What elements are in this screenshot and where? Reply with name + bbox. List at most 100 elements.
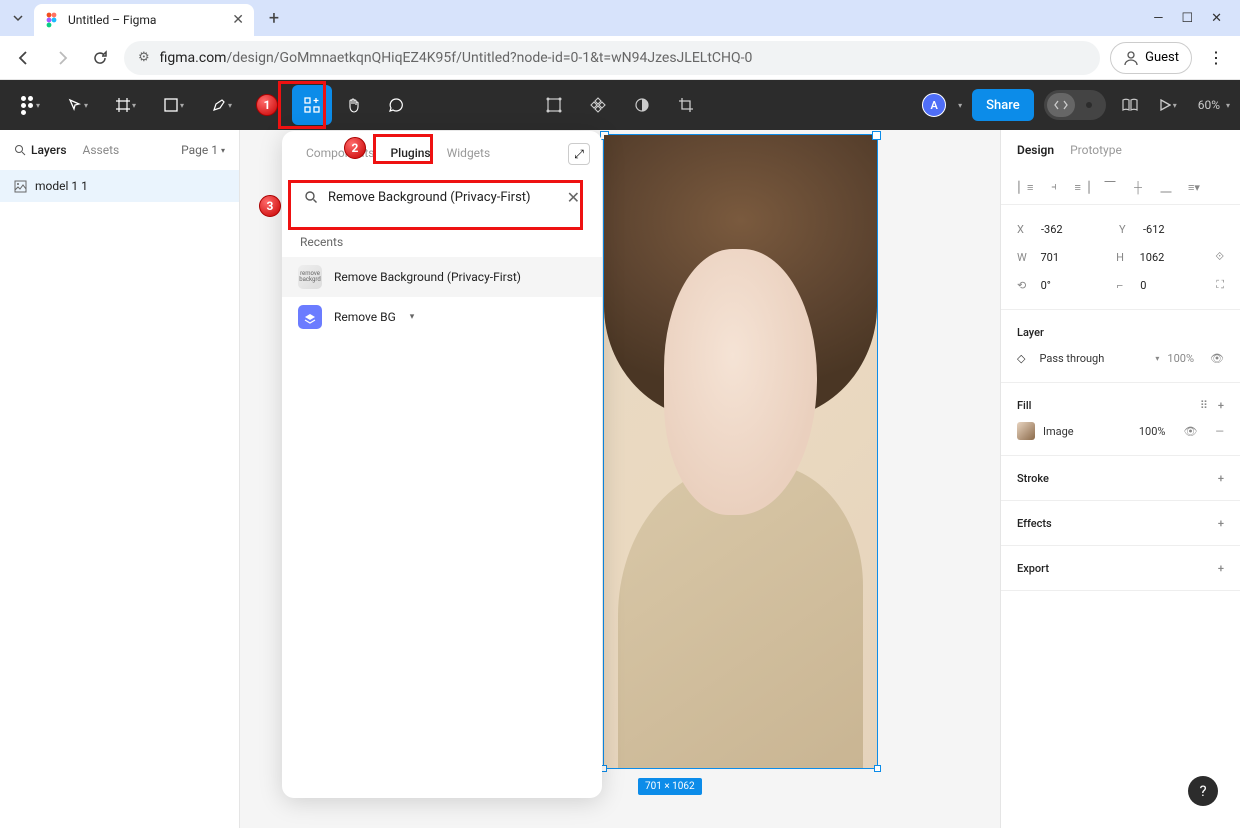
plugin-label: Remove Background (Privacy-First) [334, 270, 521, 284]
recent-plugin-item[interactable]: removebackgrd Remove Background (Privacy… [282, 257, 602, 297]
avatar-chevron-icon[interactable]: ▾ [958, 101, 962, 110]
help-button[interactable]: ? [1188, 776, 1218, 806]
layer-section-header: Layer [1017, 326, 1044, 339]
close-tab-icon[interactable]: ✕ [232, 12, 244, 28]
frame-tool[interactable]: ▾ [106, 85, 152, 125]
remove-fill-icon[interactable]: — [1215, 425, 1224, 438]
shape-tool[interactable]: ▾ [154, 85, 200, 125]
search-icon [14, 144, 26, 156]
widgets-tab[interactable]: Widgets [441, 142, 497, 164]
annotation-badge-2: 2 [344, 137, 366, 159]
add-export-icon[interactable]: + [1218, 562, 1224, 575]
figma-favicon-icon [44, 12, 60, 28]
move-tool[interactable]: ▾ [58, 85, 104, 125]
recents-header: Recents [282, 227, 602, 257]
pen-tool[interactable]: ▾ [202, 85, 248, 125]
recent-plugin-item[interactable]: Remove BG ▾ [282, 297, 602, 337]
user-avatar[interactable]: A [922, 93, 946, 117]
h-input[interactable]: 1062 [1140, 251, 1208, 264]
visibility-icon[interactable]: 👁 [1210, 352, 1224, 365]
fill-swatch[interactable] [1017, 422, 1035, 440]
comment-tool[interactable] [376, 85, 416, 125]
annotation-box-2 [373, 134, 433, 164]
fill-visibility-icon[interactable]: 👁 [1183, 425, 1197, 438]
y-input[interactable]: -612 [1143, 223, 1213, 236]
layer-name: model 1 1 [35, 179, 88, 193]
maximize-icon[interactable]: ☐ [1181, 11, 1193, 26]
align-top-icon[interactable]: ⎺ [1101, 178, 1119, 196]
forward-button [48, 44, 76, 72]
guest-label: Guest [1145, 50, 1179, 65]
effects-header: Effects [1017, 517, 1052, 530]
align-bottom-icon[interactable]: ⎽ [1157, 178, 1175, 196]
minimize-icon[interactable]: — [1153, 11, 1163, 26]
edit-object-tool[interactable] [534, 85, 574, 125]
layers-tab[interactable]: Layers [14, 143, 67, 157]
layer-item[interactable]: model 1 1 [0, 170, 239, 202]
stroke-header: Stroke [1017, 472, 1049, 485]
back-button[interactable] [10, 44, 38, 72]
component-tool[interactable] [578, 85, 618, 125]
window-controls: — ☐ ✕ [1139, 11, 1236, 26]
figma-toolbar: ▾ ▾ ▾ ▾ ▾ A ▾ Share ▾ 60%▾ [0, 80, 1240, 130]
browser-tab[interactable]: Untitled – Figma ✕ [34, 4, 254, 36]
page-selector[interactable]: Page 1▾ [181, 143, 225, 157]
browser-menu-button[interactable]: ⋮ [1202, 44, 1230, 72]
rotation-input[interactable]: 0° [1041, 279, 1109, 292]
dev-mode-toggle[interactable] [1044, 90, 1106, 120]
x-input[interactable]: -362 [1041, 223, 1111, 236]
align-left-icon[interactable]: ▏≡ [1017, 178, 1035, 196]
site-settings-icon[interactable]: ⚙ [138, 50, 150, 65]
tab-title: Untitled – Figma [68, 13, 224, 27]
main-menu-button[interactable]: ▾ [10, 85, 56, 125]
align-right-icon[interactable]: ≡▕ [1073, 178, 1091, 196]
address-bar[interactable]: ⚙ figma.com/design/GoMmnaetkqnQHiqEZ4K95… [124, 41, 1100, 75]
close-window-icon[interactable]: ✕ [1211, 11, 1222, 26]
add-fill-icon[interactable]: + [1218, 399, 1224, 412]
hand-tool[interactable] [334, 85, 374, 125]
code-icon [1047, 93, 1075, 117]
zoom-value: 60% [1198, 98, 1220, 112]
annotation-box-1 [278, 81, 326, 129]
share-button[interactable]: Share [972, 89, 1034, 121]
reload-button[interactable] [86, 44, 114, 72]
zoom-control[interactable]: 60%▾ [1198, 98, 1230, 112]
selection-frame[interactable] [603, 134, 878, 769]
toggle-off-icon [1075, 93, 1103, 117]
present-button[interactable]: ▾ [1154, 85, 1188, 125]
new-tab-button[interactable]: + [260, 4, 288, 32]
corners-expand-icon[interactable]: ⛶ [1216, 278, 1224, 292]
mask-tool[interactable] [622, 85, 662, 125]
dimensions-badge: 701 × 1062 [638, 778, 702, 795]
expand-panel-icon[interactable]: ⤢ [568, 143, 590, 165]
constrain-icon[interactable]: ⟐ [1215, 250, 1224, 264]
distribute-icon[interactable]: ≡▾ [1185, 178, 1203, 196]
align-vcenter-icon[interactable]: ┼ [1129, 178, 1147, 196]
library-button[interactable] [1116, 85, 1144, 125]
components-tab[interactable]: Components [300, 142, 381, 164]
left-panel: Layers Assets Page 1▾ model 1 1 [0, 130, 240, 828]
blend-mode[interactable]: Pass through [1039, 352, 1147, 365]
corner-icon: ⌐ [1117, 279, 1133, 292]
add-effect-icon[interactable]: + [1218, 517, 1224, 530]
chevron-down-icon[interactable]: ▾ [410, 312, 415, 322]
add-stroke-icon[interactable]: + [1218, 472, 1224, 485]
rotation-icon: ⟲ [1017, 279, 1033, 292]
fill-type[interactable]: Image [1043, 425, 1131, 438]
plugin-label: Remove BG [334, 310, 396, 324]
address-bar-row: ⚙ figma.com/design/GoMmnaetkqnQHiqEZ4K95… [0, 36, 1240, 80]
prototype-tab[interactable]: Prototype [1070, 143, 1122, 157]
design-tab[interactable]: Design [1017, 143, 1054, 157]
annotation-box-3 [288, 180, 583, 230]
fill-styles-icon[interactable]: ⠿ [1200, 399, 1208, 412]
corner-input[interactable]: 0 [1140, 279, 1208, 292]
plugin-icon [298, 305, 322, 329]
tab-list-dropdown[interactable] [4, 4, 32, 32]
layer-opacity[interactable]: 100% [1167, 352, 1194, 365]
align-hcenter-icon[interactable]: ⫞ [1045, 178, 1063, 196]
crop-tool[interactable] [666, 85, 706, 125]
fill-opacity[interactable]: 100% [1139, 425, 1166, 438]
guest-profile-button[interactable]: Guest [1110, 42, 1192, 74]
assets-tab[interactable]: Assets [83, 143, 120, 157]
w-input[interactable]: 701 [1040, 251, 1108, 264]
